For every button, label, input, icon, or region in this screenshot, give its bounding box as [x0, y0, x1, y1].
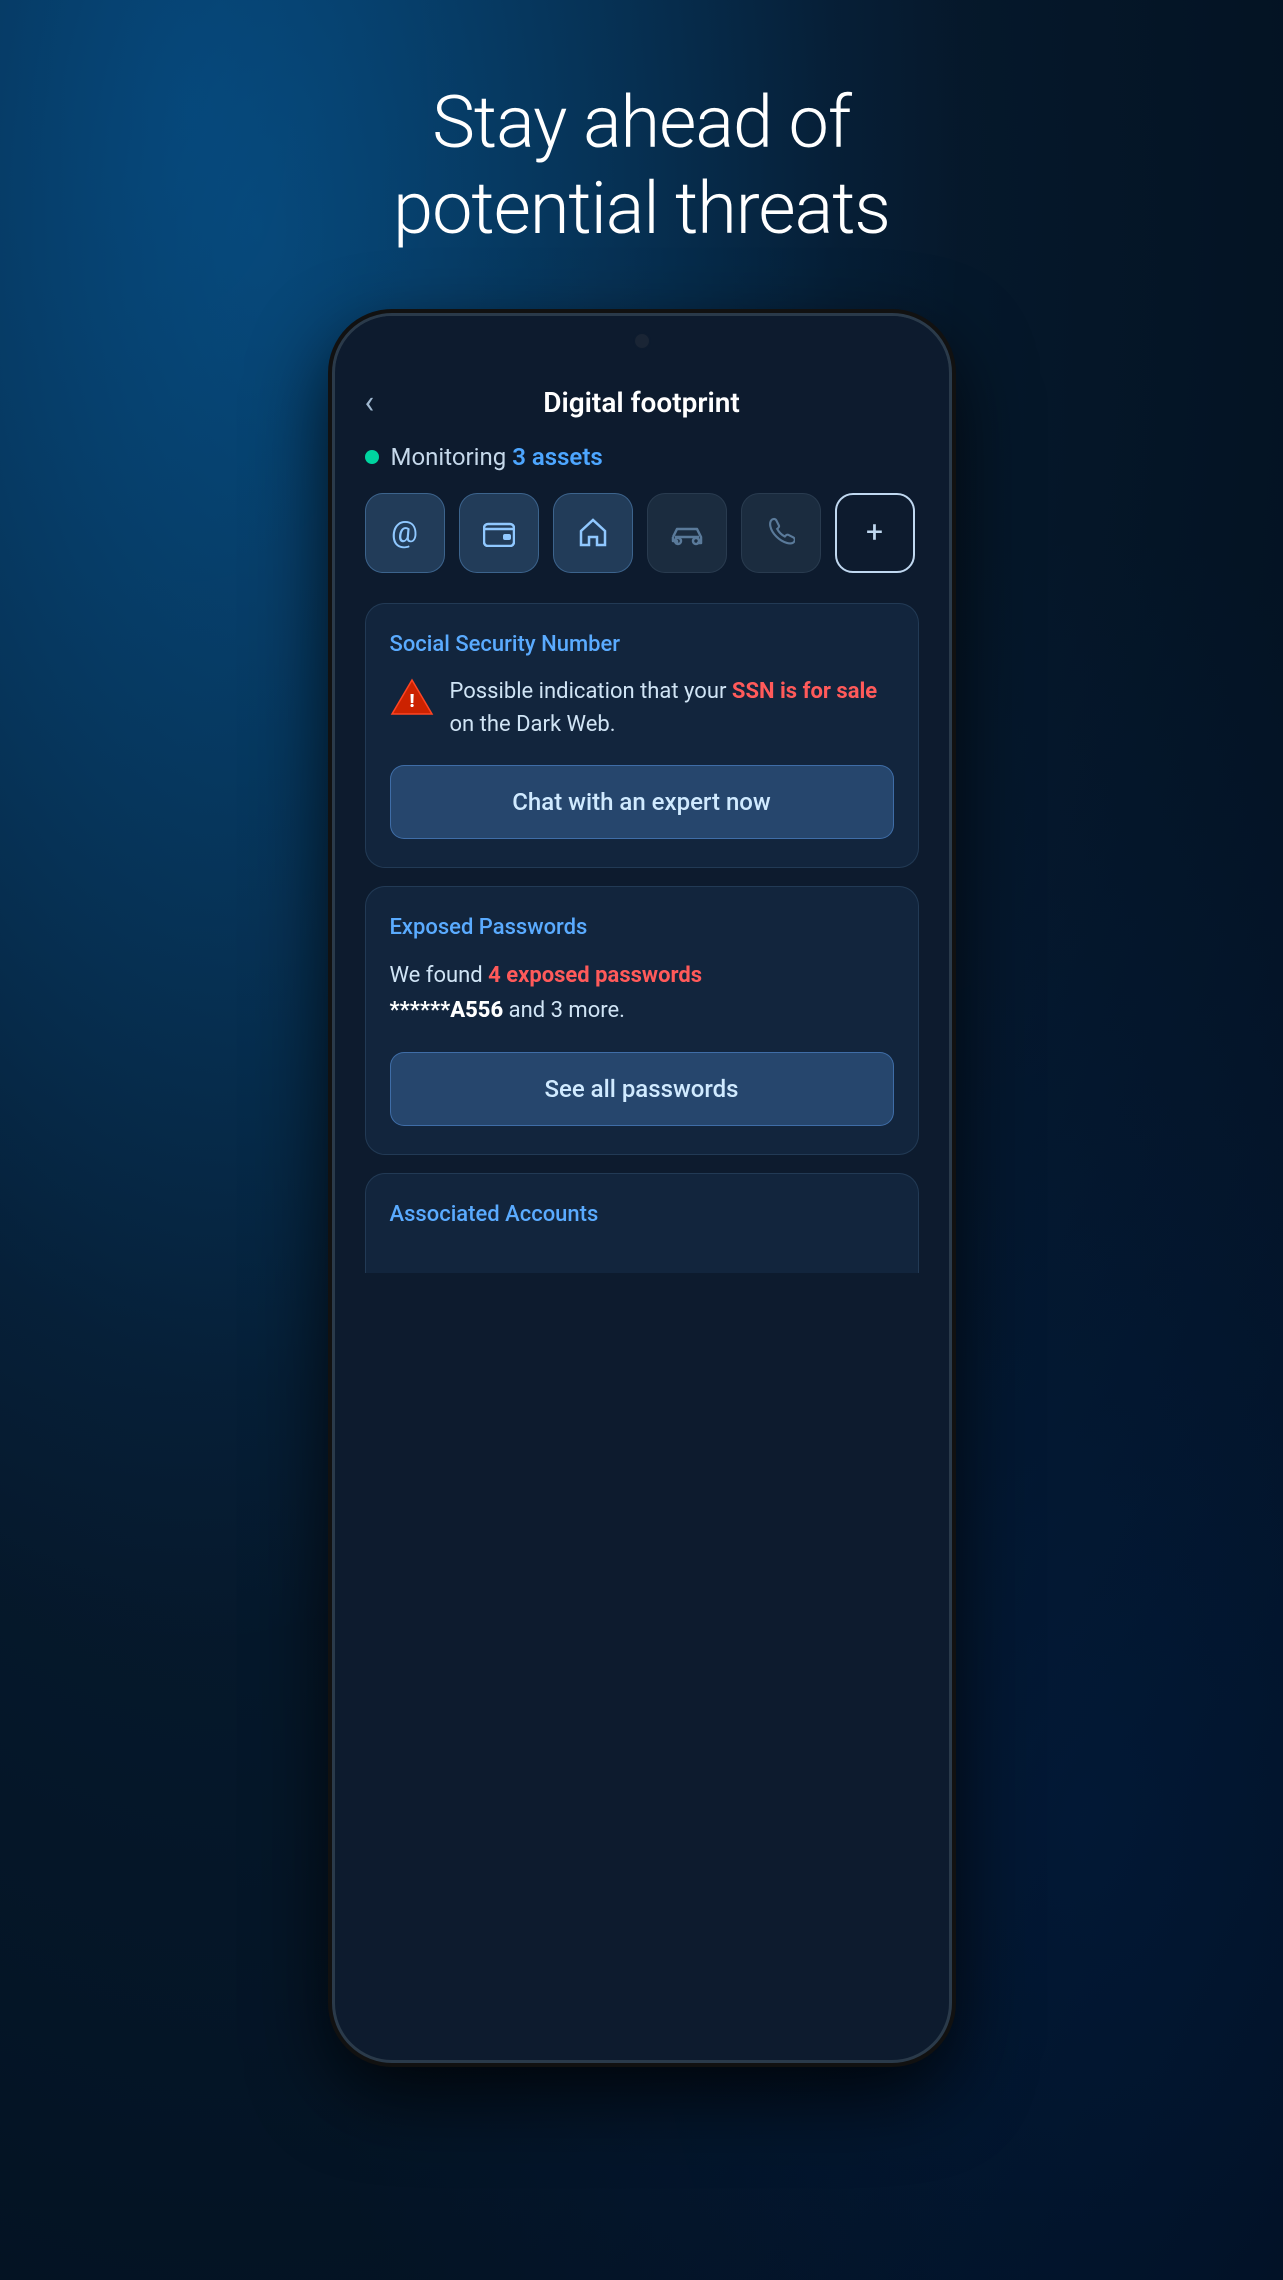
car-asset-button[interactable]: [647, 493, 727, 573]
ssn-alert-row: ! Possible indication that your SSN is f…: [390, 675, 894, 741]
exposed-count: 4 exposed passwords: [488, 963, 702, 988]
screen-title: Digital footprint: [543, 386, 740, 419]
phone-asset-button[interactable]: [741, 493, 821, 573]
accounts-card-title: Associated Accounts: [390, 1202, 894, 1227]
svg-text:!: !: [409, 691, 414, 712]
ssn-card: Social Security Number ! Possible indica…: [365, 603, 919, 868]
phone-frame: ‹ Digital footprint Monitoring 3 assets …: [332, 313, 952, 2063]
see-all-passwords-button[interactable]: See all passwords: [390, 1052, 894, 1126]
warning-icon: !: [390, 677, 434, 717]
passwords-description: We found 4 exposed passwords ******A556 …: [390, 958, 894, 1028]
page-headline: Stay ahead of potential threats: [393, 80, 890, 253]
phone-camera: [633, 332, 651, 350]
ssn-highlight: SSN is for sale: [732, 679, 877, 704]
asset-icon-row: @: [365, 493, 919, 573]
monitoring-dot: [365, 450, 379, 464]
email-asset-button[interactable]: @: [365, 493, 445, 573]
monitoring-text: Monitoring 3 assets: [391, 443, 603, 471]
screen-header: ‹ Digital footprint: [365, 366, 919, 443]
passwords-card-title: Exposed Passwords: [390, 915, 894, 940]
wallet-asset-button[interactable]: [459, 493, 539, 573]
ssn-alert-text: Possible indication that your SSN is for…: [450, 675, 894, 741]
monitoring-row: Monitoring 3 assets: [365, 443, 919, 471]
phone-notch: [335, 316, 949, 366]
accounts-card: Associated Accounts: [365, 1173, 919, 1273]
home-asset-button[interactable]: [553, 493, 633, 573]
password-masked: ******A556: [390, 998, 504, 1023]
back-button[interactable]: ‹: [365, 386, 375, 418]
assets-count: 3 assets: [512, 443, 603, 471]
add-asset-button[interactable]: +: [835, 493, 915, 573]
ssn-card-title: Social Security Number: [390, 632, 894, 657]
passwords-card: Exposed Passwords We found 4 exposed pas…: [365, 886, 919, 1155]
chat-expert-button[interactable]: Chat with an expert now: [390, 765, 894, 839]
